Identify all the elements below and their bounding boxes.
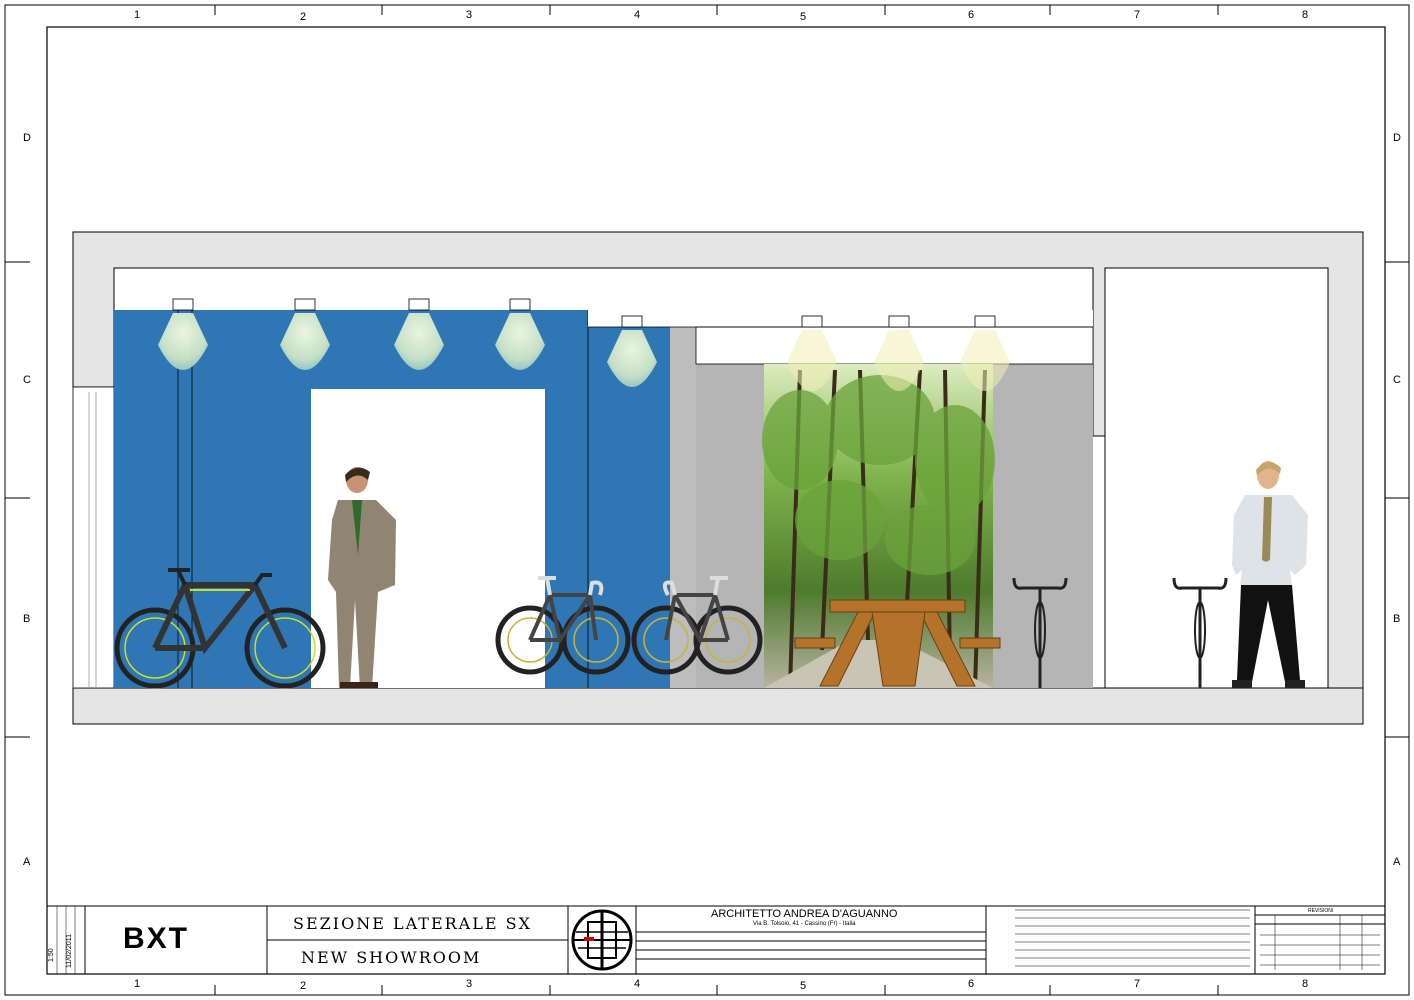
- drawing-date: 11/02/2011: [66, 934, 73, 968]
- title-block: [46, 905, 1386, 975]
- client-name: BXT: [123, 922, 189, 955]
- revisions-header: REVISIONI: [1308, 908, 1334, 914]
- architect-address: Via B. Tolsoio, 41 - Cassino (Fr) - Ital…: [753, 921, 856, 927]
- architect-logo: [571, 909, 633, 971]
- drawing-scale: 1:50: [48, 948, 55, 962]
- architect-name: ARCHITETTO ANDREA D'AGUANNO: [711, 908, 898, 920]
- drawing-title: SEZIONE LATERALE SX: [293, 914, 532, 933]
- project-title: NEW SHOWROOM: [301, 948, 482, 967]
